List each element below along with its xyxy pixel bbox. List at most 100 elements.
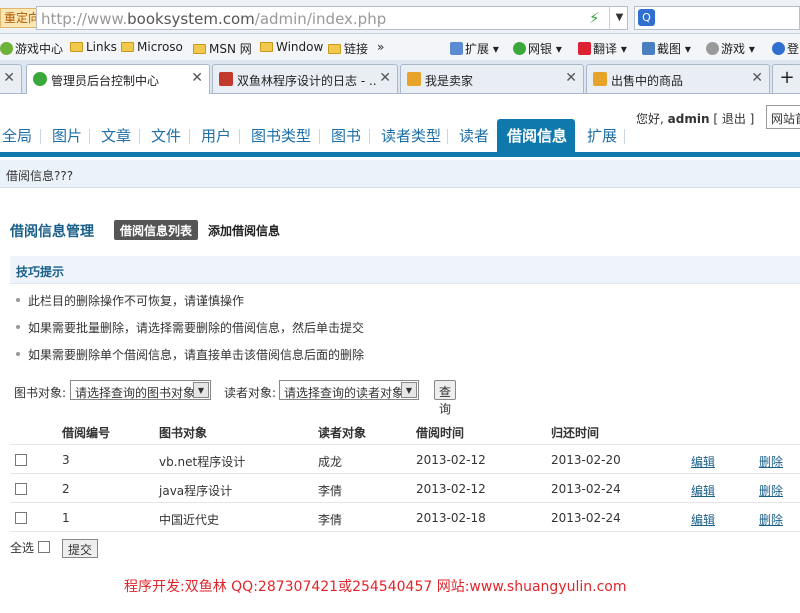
- select-all-checkbox[interactable]: [38, 541, 50, 553]
- delete-link[interactable]: 删除: [759, 511, 783, 528]
- toolbar-bank[interactable]: 网银 ▾: [513, 40, 562, 57]
- delete-link[interactable]: 删除: [759, 453, 783, 470]
- bookmark-windows[interactable]: Window: [260, 40, 323, 54]
- grid-icon: [450, 42, 463, 55]
- chevron-down-icon[interactable]: ▼: [609, 7, 629, 29]
- tab-label: 出售中的商品: [611, 74, 684, 88]
- column-header: 归还时间: [551, 426, 600, 440]
- page-icon: [593, 72, 607, 86]
- toolbar-games[interactable]: 游戏 ▾: [706, 40, 755, 57]
- search-input[interactable]: Q: [634, 6, 800, 30]
- close-icon[interactable]: ✕: [751, 70, 763, 86]
- delete-link[interactable]: 删除: [759, 482, 783, 499]
- book-filter-select[interactable]: 请选择查询的图书对象 ▼: [70, 380, 211, 400]
- folder-icon: [121, 42, 134, 52]
- tab-items[interactable]: 出售中的商品 ✕: [586, 64, 770, 93]
- site-home-link[interactable]: 网站首页: [766, 105, 800, 129]
- new-tab-button[interactable]: +: [772, 64, 800, 93]
- cell-reader: 李倩: [318, 484, 343, 498]
- username: admin: [667, 112, 710, 126]
- nav-item-reader-types[interactable]: 读者类型: [371, 119, 451, 153]
- lightning-icon[interactable]: ⚡: [589, 9, 600, 27]
- submit-button[interactable]: 提交: [62, 539, 99, 558]
- row-checkbox[interactable]: [15, 483, 27, 495]
- column-header: 读者对象: [318, 426, 367, 440]
- nav-item-readers[interactable]: 读者: [449, 119, 499, 153]
- search-icon[interactable]: Q: [638, 9, 655, 26]
- bookmark-game-center[interactable]: 游戏中心: [0, 40, 63, 57]
- nav-item-images[interactable]: 图片: [42, 119, 92, 153]
- url-input[interactable]: http://www.booksystem.com/admin/index.ph…: [36, 6, 628, 30]
- cell-book: java程序设计: [159, 484, 233, 498]
- nav-item-extensions[interactable]: 扩展: [577, 119, 627, 153]
- close-icon[interactable]: ✕: [3, 70, 15, 86]
- close-icon[interactable]: ✕: [379, 70, 391, 86]
- toolbar-translate[interactable]: 翻译 ▾: [578, 40, 627, 57]
- nav-item-book-types[interactable]: 图书类型: [241, 119, 321, 153]
- folder-icon: [260, 42, 273, 52]
- toolbar-login[interactable]: 登: [772, 40, 799, 57]
- shield-icon: [513, 42, 526, 55]
- bookmark-overflow[interactable]: »: [377, 40, 384, 54]
- welcome-text: 您好, admin [ 退出 ]: [636, 112, 755, 126]
- tab-add-borrow[interactable]: 添加借阅信息: [208, 222, 280, 239]
- bookmark-links-cn[interactable]: 链接: [328, 40, 368, 57]
- tips-heading: 技巧提示: [10, 256, 800, 284]
- book-filter-label: 图书对象:: [14, 386, 67, 400]
- breadcrumb: 借阅信息???: [0, 160, 800, 188]
- tab-seller[interactable]: 我是卖家 ✕: [400, 64, 584, 93]
- toolbar-screenshot[interactable]: 截图 ▾: [642, 40, 691, 57]
- tab-blog[interactable]: 双鱼林程序设计的日志 - ... ✕: [212, 64, 398, 93]
- page-title: 借阅信息管理: [10, 224, 94, 240]
- edit-link[interactable]: 编辑: [691, 511, 715, 528]
- cell-reader: 李倩: [318, 513, 343, 527]
- gamepad-icon: [706, 42, 719, 55]
- cell-id: 1: [62, 511, 70, 525]
- folder-icon: [328, 44, 341, 54]
- logout-link[interactable]: [ 退出 ]: [713, 112, 754, 126]
- edit-link[interactable]: 编辑: [691, 453, 715, 470]
- page-icon: [33, 72, 47, 86]
- tab-admin-center[interactable]: 管理员后台控制中心 ✕: [26, 64, 210, 94]
- folder-icon: [193, 44, 206, 54]
- row-checkbox[interactable]: [15, 454, 27, 466]
- close-icon[interactable]: ✕: [191, 70, 203, 86]
- toolbar-extensions[interactable]: 扩展 ▾: [450, 40, 499, 57]
- nav-item-files[interactable]: 文件: [141, 119, 191, 153]
- cell-reader: 成龙: [318, 455, 343, 469]
- nav-item-articles[interactable]: 文章: [91, 119, 141, 153]
- cell-borrow-date: 2013-02-18: [416, 511, 486, 525]
- table-row: 3 vb.net程序设计 成龙 2013-02-12 2013-02-20 编辑…: [10, 445, 800, 474]
- query-button[interactable]: 查询: [434, 380, 457, 416]
- tip-item: 此栏目的删除操作不可恢复，请谨慎操作: [16, 292, 244, 309]
- column-header: 图书对象: [159, 426, 208, 440]
- tab-label: 双鱼林程序设计的日志 - ...: [237, 74, 377, 88]
- tab-label: 管理员后台控制中心: [51, 74, 160, 88]
- nav-item-users[interactable]: 用户: [191, 119, 241, 153]
- nav-underline: [0, 152, 800, 157]
- bookmark-msn[interactable]: MSN 网: [193, 40, 252, 57]
- tab-borrow-list[interactable]: 借阅信息列表: [114, 220, 199, 240]
- admin-header: 您好, admin [ 退出 ] 网站首页 全局 图片 文章 文件 用户 图书类…: [0, 94, 800, 158]
- tab-label: 我是卖家: [425, 74, 474, 88]
- chevron-down-icon: ▼: [193, 382, 209, 398]
- table-row: 1 中国近代史 李倩 2013-02-18 2013-02-24 编辑 删除: [10, 503, 800, 532]
- close-icon[interactable]: ✕: [565, 70, 577, 86]
- table-header-row: 借阅编号 图书对象 读者对象 借阅时间 归还时间: [10, 416, 800, 445]
- chevron-down-icon: ▼: [401, 382, 417, 398]
- page-icon: [219, 72, 233, 86]
- cell-id: 3: [62, 453, 70, 467]
- tab-close-partial[interactable]: ✕: [0, 64, 22, 93]
- reader-filter-select[interactable]: 请选择查询的读者对象 ▼: [279, 380, 419, 400]
- reader-filter-label: 读者对象:: [224, 386, 277, 400]
- bookmark-links[interactable]: Links: [70, 40, 117, 54]
- key-icon: [772, 42, 785, 55]
- row-checkbox[interactable]: [15, 512, 27, 524]
- bookmark-bar: 游戏中心 Links Microso MSN 网 Window 链接 » 扩展 …: [0, 34, 800, 60]
- bookmark-microsoft[interactable]: Microso: [121, 40, 183, 54]
- nav-item-books[interactable]: 图书: [321, 119, 371, 153]
- nav-item-global[interactable]: 全局: [0, 119, 42, 153]
- cell-book: 中国近代史: [159, 513, 220, 527]
- nav-item-borrow-info[interactable]: 借阅信息: [497, 119, 575, 153]
- edit-link[interactable]: 编辑: [691, 482, 715, 499]
